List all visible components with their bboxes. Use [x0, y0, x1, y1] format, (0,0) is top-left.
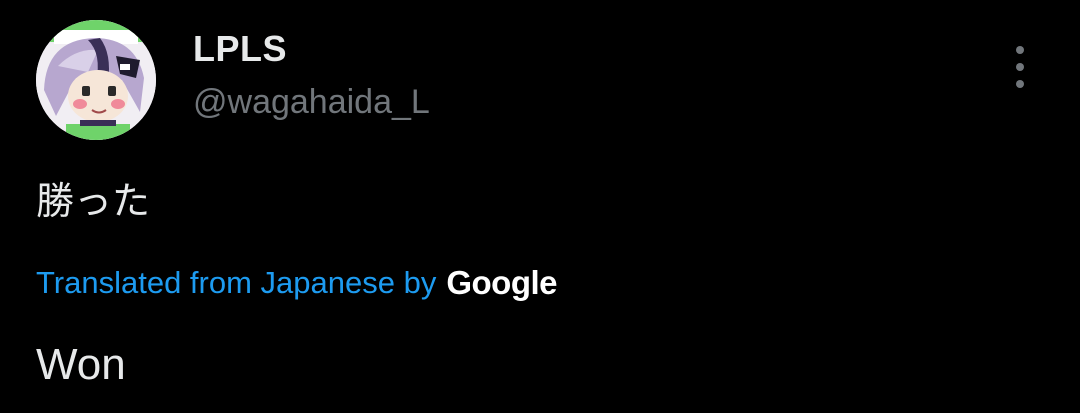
translation-attribution: Translated from Japanese by Google: [36, 262, 558, 304]
tweet-text: 勝った: [36, 179, 151, 223]
tweet: LPLS @wagahaida_L 勝った Translated from Ja…: [0, 0, 1080, 413]
display-name[interactable]: LPLS: [193, 29, 287, 69]
more-options-button[interactable]: [1000, 44, 1040, 90]
more-vertical-icon-dot: [1016, 80, 1024, 88]
user-handle[interactable]: @wagahaida_L: [193, 82, 430, 122]
more-vertical-icon: [1016, 46, 1024, 54]
translated-text: Won: [36, 340, 126, 389]
more-vertical-icon-dot: [1016, 63, 1024, 71]
translated-from-link[interactable]: Translated from Japanese by: [36, 262, 436, 304]
avatar[interactable]: [36, 20, 156, 140]
avatar-anime-character-icon: [36, 20, 156, 140]
google-logo: Google: [446, 264, 558, 301]
